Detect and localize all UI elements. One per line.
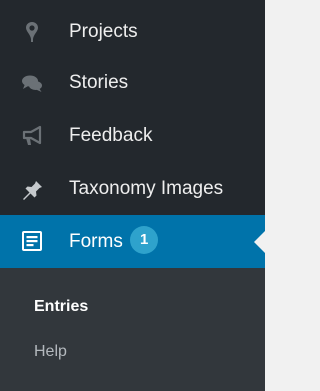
form-icon (20, 229, 44, 253)
chat-bubbles-icon (20, 71, 44, 95)
submenu-item-entries[interactable]: Entries (34, 298, 88, 316)
menu-item-stories[interactable]: Stories (0, 60, 265, 106)
map-pin-icon (20, 20, 44, 44)
megaphone-icon (20, 124, 44, 148)
current-menu-arrow (254, 231, 265, 253)
menu-item-label: Forms (69, 231, 123, 252)
forms-submenu: Entries Help (0, 268, 265, 391)
menu-item-feedback[interactable]: Feedback (0, 113, 265, 159)
menu-item-projects[interactable]: Projects (0, 9, 265, 55)
menu-item-label: Taxonomy Images (69, 178, 224, 199)
admin-sidebar: Projects Stories Feedback Taxonomy Image… (0, 0, 265, 391)
pushpin-icon (20, 177, 44, 201)
menu-item-label: Stories (69, 72, 129, 93)
menu-item-forms[interactable]: Forms 1 (0, 215, 265, 268)
notification-badge: 1 (130, 226, 159, 255)
menu-item-taxonomy-images[interactable]: Taxonomy Images (0, 166, 265, 212)
menu-item-label: Projects (69, 21, 138, 42)
menu-item-label: Feedback (69, 125, 153, 146)
submenu-item-help[interactable]: Help (34, 343, 67, 361)
